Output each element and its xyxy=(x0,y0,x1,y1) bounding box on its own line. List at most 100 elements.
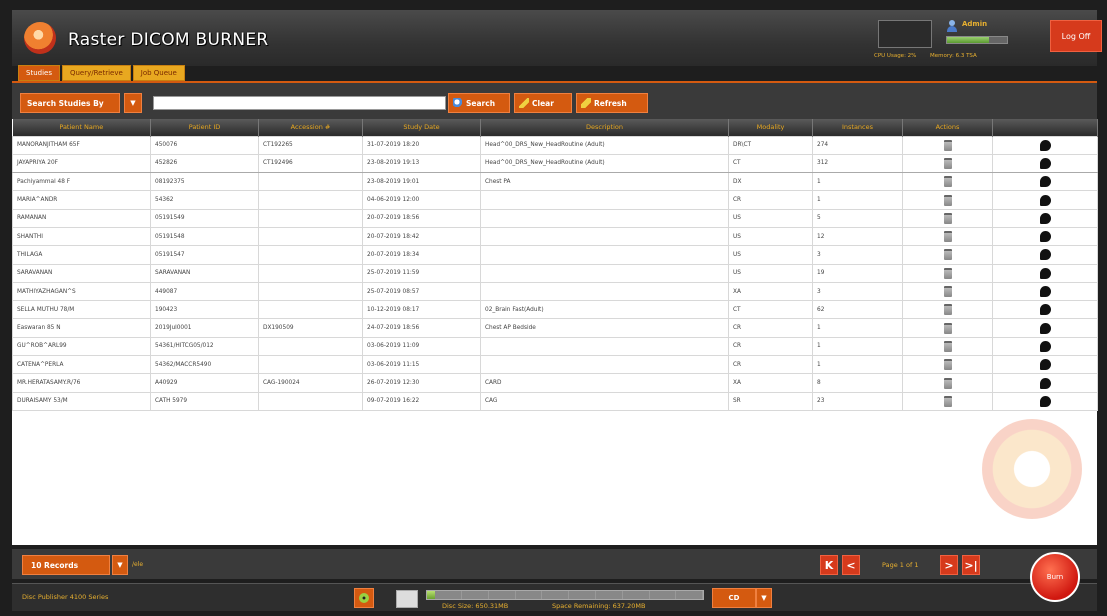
comment-icon[interactable] xyxy=(1039,304,1051,316)
chevron-down-icon[interactable]: ▼ xyxy=(112,555,128,575)
table-row[interactable]: GU^ROB^ARL99 54361/HITCG05/012 03-06-2019 … xyxy=(12,336,1098,357)
col-patient-name[interactable]: Patient Name xyxy=(12,119,151,136)
cell-patient-id: 05191547 xyxy=(150,245,259,265)
cell-patient-id: 54362 xyxy=(150,190,259,210)
table-row[interactable]: MARIA^ANDR 54362 04-06-2019 12:00 CR 1 xyxy=(12,190,1098,210)
trash-icon[interactable] xyxy=(943,139,952,151)
cell-instances: 12 xyxy=(812,226,903,247)
tab-query-retrieve[interactable]: Query/Retrieve xyxy=(61,65,131,81)
comment-icon[interactable] xyxy=(1039,340,1051,352)
table-row[interactable]: Easwaran 85 N 2019Jul0001 DX190509 24-07-20… xyxy=(12,318,1098,338)
cell-patient-name: RAMANAN xyxy=(12,208,151,228)
col-extra xyxy=(992,119,1098,136)
comment-icon[interactable] xyxy=(1039,139,1051,151)
cell-description: CARD xyxy=(480,373,729,393)
app-title: Raster DICOM BURNER xyxy=(68,30,269,50)
disc-publisher-icon[interactable] xyxy=(354,588,374,608)
trash-icon[interactable] xyxy=(943,212,952,224)
drive-icon xyxy=(396,590,418,608)
trash-icon[interactable] xyxy=(943,249,952,261)
comment-icon[interactable] xyxy=(1039,322,1051,334)
table-row[interactable]: DURAISAMY 53/M CATH 5979 09-07-2019 16:22 C… xyxy=(12,391,1098,411)
first-page-button[interactable]: K xyxy=(820,555,838,575)
comment-icon[interactable] xyxy=(1039,157,1051,169)
comment-icon[interactable] xyxy=(1039,194,1051,206)
col-study-date[interactable]: Study Date xyxy=(362,119,481,136)
search-button[interactable]: Search xyxy=(448,93,510,113)
comment-icon[interactable] xyxy=(1039,267,1051,279)
cell-description xyxy=(480,245,729,265)
cell-instances: 19 xyxy=(812,263,903,283)
trash-icon[interactable] xyxy=(943,231,952,243)
table-row[interactable]: SHANTHI 05191548 20-07-2019 18:42 US 12 xyxy=(12,226,1098,247)
cell-instances: 1 xyxy=(812,355,903,375)
col-modality[interactable]: Modality xyxy=(728,119,813,136)
table-row[interactable]: MATHIYAZHAGAN^S 449087 25-07-2019 08:57 XA 3 xyxy=(12,281,1098,302)
cell-accession: CAG-190024 xyxy=(258,373,363,393)
tab-studies[interactable]: Studies xyxy=(18,65,60,81)
cell-patient-name: GU^ROB^ARL99 xyxy=(12,336,151,357)
cell-instances: 8 xyxy=(812,373,903,393)
next-page-button[interactable]: > xyxy=(940,555,958,575)
cell-patient-id: 08192375 xyxy=(150,172,259,192)
trash-icon[interactable] xyxy=(943,267,952,279)
cell-instances: 274 xyxy=(812,135,903,155)
table-row[interactable]: MR.HERATASAMY.R/76 A40929 CAG-190024 26-07-… xyxy=(12,373,1098,393)
burn-button[interactable]: Burn xyxy=(1030,552,1080,602)
comment-icon[interactable] xyxy=(1039,212,1051,224)
table-row[interactable]: Pachiyammal 48 F 08192375 23-08-2019 19:01… xyxy=(12,172,1098,192)
table-row[interactable]: RAMANAN 05191549 20-07-2019 18:56 US 5 xyxy=(12,208,1098,228)
col-instances[interactable]: Instances xyxy=(812,119,903,136)
last-page-button[interactable]: >| xyxy=(962,555,980,575)
table-row[interactable]: SARAVANAN SARAVANAN 25-07-2019 11:59 US 19 xyxy=(12,263,1098,283)
search-input[interactable] xyxy=(153,96,446,110)
cell-patient-id: 452826 xyxy=(150,153,259,174)
col-accession[interactable]: Accession # xyxy=(258,119,363,136)
cell-description: 02_Brain Fast(Adult) xyxy=(480,300,729,320)
trash-icon[interactable] xyxy=(943,340,952,352)
comment-icon[interactable] xyxy=(1039,231,1051,243)
cell-actions xyxy=(902,208,993,228)
trash-icon[interactable] xyxy=(943,176,952,188)
col-description[interactable]: Description xyxy=(480,119,729,136)
clear-button[interactable]: Clear xyxy=(514,93,572,113)
tab-job-queue[interactable]: Job Queue xyxy=(132,65,185,81)
cell-patient-name: SARAVANAN xyxy=(12,263,151,283)
cell-description xyxy=(480,336,729,357)
comment-icon[interactable] xyxy=(1039,377,1051,389)
chevron-down-icon[interactable]: ▼ xyxy=(124,93,142,113)
cell-instances: 1 xyxy=(812,190,903,210)
table-row[interactable]: JAYAPRIYA 20F 452826 CT192496 23-08-2019 19… xyxy=(12,153,1098,174)
trash-icon[interactable] xyxy=(943,359,952,371)
comment-icon[interactable] xyxy=(1039,249,1051,261)
comment-icon[interactable] xyxy=(1039,176,1051,188)
trash-icon[interactable] xyxy=(943,395,952,407)
col-patient-id[interactable]: Patient ID xyxy=(150,119,259,136)
trash-icon[interactable] xyxy=(943,194,952,206)
cell-patient-name: Pachiyammal 48 F xyxy=(12,172,151,192)
table-row[interactable]: CATENA^PERLA 54362/MACCR5490 03-06-2019 11… xyxy=(12,355,1098,375)
search-by-dropdown[interactable]: Search Studies By xyxy=(20,93,120,113)
space-remaining-label: Space Remaining: 637.20MB xyxy=(552,602,646,610)
logoff-button[interactable]: Log Off xyxy=(1050,20,1102,52)
chevron-down-icon[interactable]: ▼ xyxy=(756,588,772,608)
table-row[interactable]: SELLA MUTHU 78/M 190423 10-12-2019 08:17 02… xyxy=(12,300,1098,320)
comment-icon[interactable] xyxy=(1039,286,1051,298)
cell-modality: XA xyxy=(728,281,813,302)
cell-actions xyxy=(902,190,993,210)
trash-icon[interactable] xyxy=(943,377,952,389)
trash-icon[interactable] xyxy=(943,286,952,298)
records-per-page-dropdown[interactable]: 10 Records xyxy=(22,555,110,575)
comment-icon[interactable] xyxy=(1039,395,1051,407)
table-row[interactable]: THILAGA 05191547 20-07-2019 18:34 US 3 xyxy=(12,245,1098,265)
records-label: /ele xyxy=(132,561,144,568)
trash-icon[interactable] xyxy=(943,304,952,316)
comment-icon[interactable] xyxy=(1039,359,1051,371)
prev-page-button[interactable]: < xyxy=(842,555,860,575)
trash-icon[interactable] xyxy=(943,157,952,169)
refresh-button[interactable]: Refresh xyxy=(576,93,648,113)
cell-description: CAG xyxy=(480,391,729,411)
table-row[interactable]: MANORANJITHAM 65F 450076 CT192265 31-07-201… xyxy=(12,135,1098,155)
media-type-dropdown[interactable]: CD xyxy=(712,588,756,608)
trash-icon[interactable] xyxy=(943,322,952,334)
